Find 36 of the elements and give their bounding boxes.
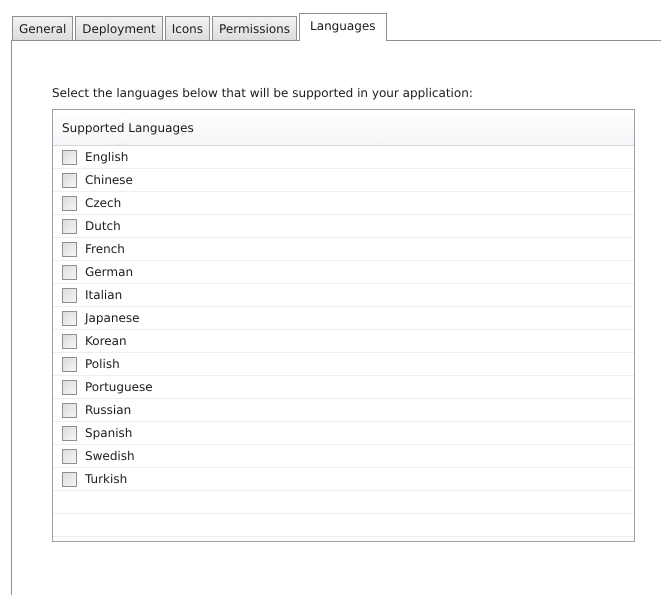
checkbox[interactable]	[62, 402, 77, 418]
checkbox[interactable]	[62, 310, 77, 326]
checkbox[interactable]	[62, 172, 77, 188]
tab[interactable]: Languages	[299, 13, 387, 41]
checkbox[interactable]	[62, 472, 77, 486]
language-label: Swedish	[85, 449, 135, 463]
checkbox[interactable]	[62, 264, 77, 280]
language-label: French	[85, 242, 125, 256]
language-label: Italian	[85, 288, 122, 302]
language-label: Dutch	[85, 219, 121, 233]
checkbox[interactable]	[62, 380, 77, 394]
language-label: Russian	[85, 403, 132, 417]
checkbox[interactable]	[62, 150, 77, 164]
tab[interactable]: General	[12, 16, 74, 40]
language-label: German	[85, 265, 134, 279]
checkbox[interactable]	[62, 334, 77, 348]
tab[interactable]: Permissions	[212, 16, 298, 40]
language-label: Spanish	[85, 426, 132, 440]
checkbox[interactable]	[62, 448, 77, 464]
checkbox[interactable]	[62, 426, 77, 440]
tab[interactable]: Deployment	[75, 16, 163, 40]
checkbox[interactable]	[62, 196, 77, 210]
checkbox[interactable]	[62, 218, 77, 234]
language-label: Chinese	[85, 173, 133, 187]
language-label: Korean	[85, 334, 127, 348]
language-label: Turkish	[85, 472, 128, 486]
language-label: English	[85, 150, 128, 164]
checkbox[interactable]	[62, 356, 77, 372]
checkbox[interactable]	[62, 288, 77, 302]
language-label: Japanese	[85, 311, 140, 325]
checkbox[interactable]	[62, 242, 77, 256]
instruction-text: Select the languages below that will be supported in your application:	[52, 86, 474, 100]
tab[interactable]: Icons	[164, 16, 210, 40]
language-label: Polish	[85, 357, 120, 371]
language-label: Czech	[85, 196, 122, 210]
language-label: Portuguese	[85, 380, 153, 394]
